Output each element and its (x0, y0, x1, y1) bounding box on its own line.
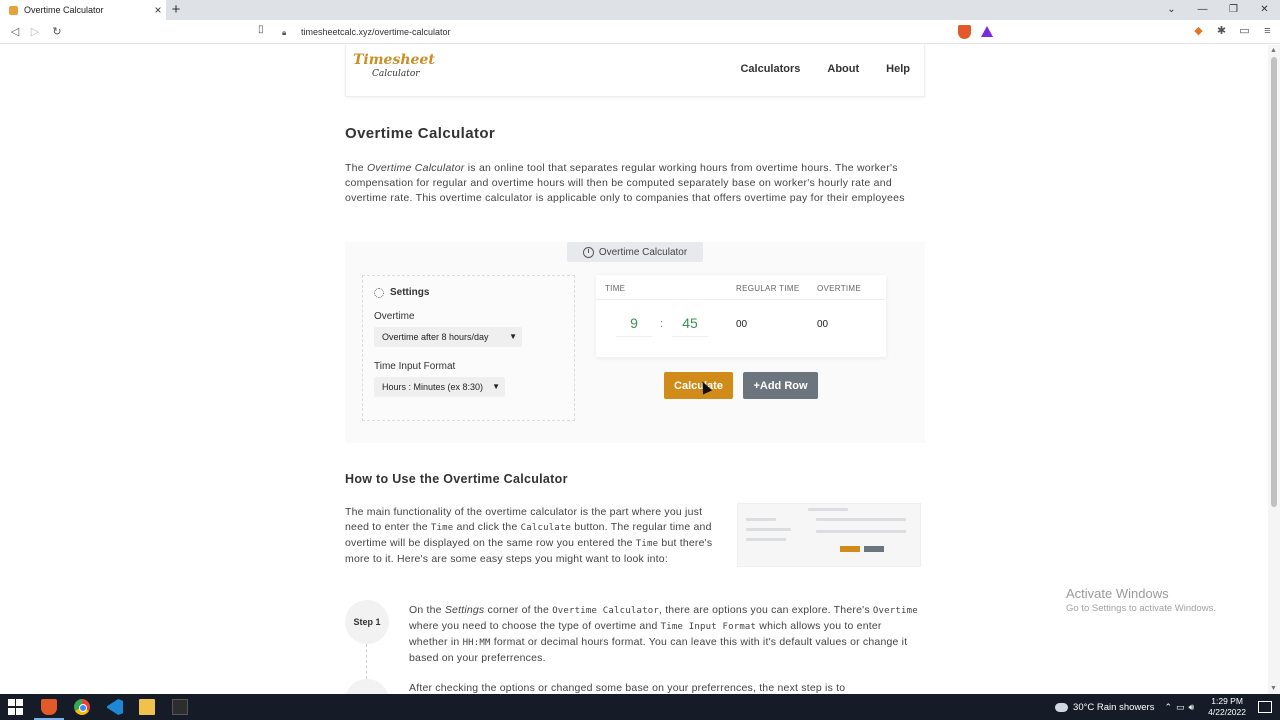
step-1-badge: Step 1 (345, 600, 389, 644)
minutes-input[interactable]: 45 (672, 315, 708, 337)
chevron-down-icon: ▼ (492, 382, 500, 391)
time-entry-card: TIME REGULAR TIME OVERTIME 9 : 45 00 00 (596, 275, 886, 357)
nav-calculators[interactable]: Calculators (740, 63, 800, 75)
howto-title: How to Use the Overtime Calculator (345, 472, 568, 486)
calculator-screenshot-thumbnail (737, 503, 921, 567)
windows-start-icon[interactable] (8, 699, 24, 715)
site-header: Timesheet Calculator Calculators About H… (345, 45, 925, 97)
scroll-up-icon[interactable]: ▲ (1270, 47, 1277, 54)
page-title: Overtime Calculator (345, 125, 496, 142)
logo-timesheet[interactable]: Timesheet (353, 52, 435, 68)
calculator-panel: Overtime Calculator Settings Overtime Ov… (345, 242, 925, 443)
minimize-button[interactable]: — (1187, 0, 1218, 20)
intro-paragraph: The Overtime Calculator is an online too… (345, 162, 905, 204)
time-separator: : (660, 318, 664, 330)
hours-input[interactable]: 9 (616, 315, 652, 337)
col-time: TIME (605, 284, 626, 293)
browser-tab[interactable]: Overtime Calculator × (0, 0, 166, 20)
browser-tab-strip: Overtime Calculator × + ⌄ — ❐ ✕ (0, 0, 1280, 20)
site-favicon-icon (9, 5, 18, 15)
cloud-rain-icon (1055, 702, 1069, 712)
tab-title: Overtime Calculator (24, 5, 104, 15)
nav-help[interactable]: Help (886, 63, 910, 75)
new-tab-button[interactable]: + (168, 0, 184, 20)
brave-browser-icon[interactable] (41, 699, 57, 715)
close-window-button[interactable]: ✕ (1249, 0, 1280, 20)
wallet-icon[interactable]: ▭ (1238, 24, 1251, 38)
tray-icons[interactable]: ⌃▭🔊︎ (1164, 702, 1198, 713)
extensions-puzzle-icon[interactable]: ✱ (1215, 24, 1228, 38)
vscode-icon[interactable] (107, 699, 123, 715)
browser-toolbar: ◁ ▷ ↻ ▯ 🔒︎ timesheetcalc.xyz/overtime-ca… (0, 20, 1280, 44)
chrome-icon[interactable] (74, 699, 90, 715)
scrollbar-thumb[interactable] (1271, 57, 1277, 507)
page-scrollbar[interactable]: ▲ ▼ (1268, 45, 1280, 694)
step-2-badge (345, 679, 389, 694)
windows-taskbar: 30°C Rain showers ⌃▭🔊︎ 1:29 PM 4/22/2022 (0, 694, 1280, 720)
settings-box: Settings Overtime Overtime after 8 hours… (362, 275, 575, 421)
tab-close-icon[interactable]: × (150, 3, 166, 17)
terminal-icon[interactable] (172, 699, 188, 715)
chevron-down-icon: ▼ (509, 332, 517, 341)
system-tray: 30°C Rain showers ⌃▭🔊︎ 1:29 PM 4/22/2022 (1055, 694, 1280, 720)
clock-icon (582, 246, 594, 258)
file-explorer-icon[interactable] (139, 699, 155, 715)
restore-button[interactable]: ❐ (1218, 0, 1249, 20)
reload-icon[interactable]: ↻ (48, 23, 66, 41)
step-connector (366, 644, 367, 679)
overtime-value: 00 (817, 319, 829, 330)
metamask-icon[interactable]: ◆ (1192, 24, 1205, 38)
menu-icon[interactable]: ≡ (1261, 24, 1274, 38)
url-text: timesheetcalc.xyz/overtime-calculator (301, 27, 451, 37)
overtime-label: Overtime (374, 311, 415, 322)
tab-search-icon[interactable]: ⌄ (1156, 0, 1187, 20)
lock-icon: 🔒︎ (282, 27, 287, 37)
gear-icon (374, 287, 384, 298)
notification-icon[interactable] (1258, 701, 1272, 713)
brave-shield-icon[interactable] (958, 25, 971, 39)
bookmark-icon[interactable]: ▯ (258, 24, 264, 35)
add-row-button[interactable]: +Add Row (743, 372, 818, 399)
howto-paragraph: The main functionality of the overtime c… (345, 506, 713, 565)
col-overtime: OVERTIME (817, 284, 862, 293)
step-1-text: On the Settings corner of the Overtime C… (409, 604, 918, 664)
step-2-text: After checking the options or changed so… (409, 682, 846, 694)
regular-time-value: 00 (736, 319, 748, 330)
site-nav: Calculators About Help (740, 63, 910, 75)
scroll-down-icon[interactable]: ▼ (1270, 685, 1277, 692)
calculator-tag: Overtime Calculator (567, 242, 703, 262)
weather-widget[interactable]: 30°C Rain showers (1055, 702, 1154, 713)
settings-header: Settings (374, 287, 429, 298)
overtime-select[interactable]: Overtime after 8 hours/day ▼ (374, 327, 522, 347)
window-controls: ⌄ — ❐ ✕ (1156, 0, 1280, 20)
brave-rewards-icon[interactable] (981, 26, 993, 37)
back-arrow-icon[interactable]: ◁ (6, 23, 24, 41)
logo-calculator[interactable]: Calculator (372, 69, 420, 79)
extension-buttons: ◆ ✱ ▭ ≡ (1192, 24, 1274, 38)
time-format-select[interactable]: Hours : Minutes (ex 8:30) ▼ (374, 377, 505, 397)
address-bar[interactable]: 🔒︎ timesheetcalc.xyz/overtime-calculator (282, 23, 954, 41)
taskbar-clock[interactable]: 1:29 PM 4/22/2022 (1208, 696, 1246, 718)
forward-arrow-icon[interactable]: ▷ (26, 23, 44, 41)
nav-about[interactable]: About (827, 63, 859, 75)
activate-windows-watermark: Activate Windows Go to Settings to activ… (1066, 586, 1216, 614)
time-format-label: Time Input Format (374, 361, 456, 372)
col-regular-time: REGULAR TIME (736, 284, 800, 293)
header-divider (596, 299, 886, 300)
